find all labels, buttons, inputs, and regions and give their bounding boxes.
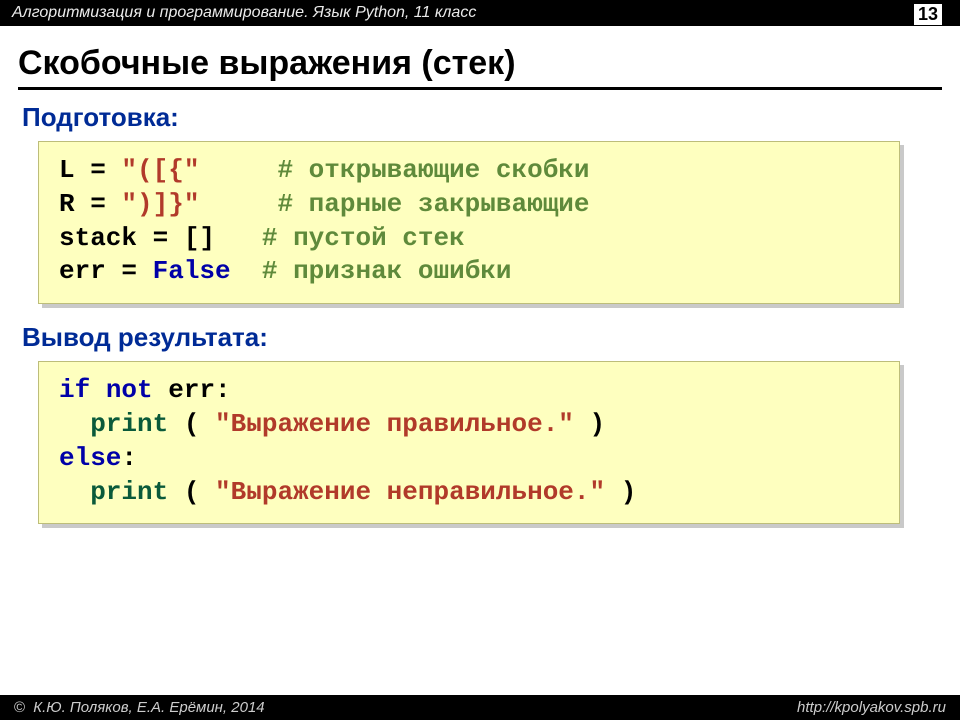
code-comment: # открывающие скобки bbox=[277, 155, 589, 185]
code-pad bbox=[231, 256, 262, 286]
code-keyword: not bbox=[90, 375, 152, 405]
course-title: Алгоритмизация и программирование. Язык … bbox=[12, 4, 476, 22]
code-token: R bbox=[59, 189, 75, 219]
code-keyword: if bbox=[59, 375, 90, 405]
code-pad bbox=[199, 155, 277, 185]
code-token: L bbox=[59, 155, 75, 185]
slide-title: Скобочные выражения (стек) bbox=[18, 44, 960, 83]
code-token: : bbox=[121, 443, 137, 473]
code-token: = bbox=[75, 189, 122, 219]
code-token: ) bbox=[605, 477, 636, 507]
code-token: = bbox=[106, 256, 153, 286]
code-indent bbox=[59, 409, 90, 439]
code-string: ")]}" bbox=[121, 189, 199, 219]
code-token: ( bbox=[168, 477, 215, 507]
code-pad bbox=[199, 189, 277, 219]
code-indent bbox=[59, 477, 90, 507]
code-keyword: False bbox=[153, 256, 231, 286]
code-string: "([{" bbox=[121, 155, 199, 185]
code-box-prep: L = "([{" # открывающие скобки R = ")]}"… bbox=[38, 141, 900, 304]
code-token: [] bbox=[184, 223, 215, 253]
copyright-text: К.Ю. Поляков, Е.А. Ерёмин, 2014 bbox=[29, 699, 265, 716]
title-rule bbox=[18, 87, 942, 90]
code-token: stack bbox=[59, 223, 137, 253]
code-pad bbox=[215, 223, 262, 253]
code-token: err bbox=[59, 256, 106, 286]
code-token: = bbox=[75, 155, 122, 185]
code-token: = bbox=[137, 223, 184, 253]
section-label-output: Вывод результата: bbox=[22, 322, 960, 353]
header-band: Алгоритмизация и программирование. Язык … bbox=[0, 0, 960, 26]
page-number: 13 bbox=[914, 4, 942, 25]
footer-band: © К.Ю. Поляков, Е.А. Ерёмин, 2014 http:/… bbox=[0, 695, 960, 720]
copyright-icon: © bbox=[14, 699, 25, 716]
code-comment: # признак ошибки bbox=[262, 256, 512, 286]
code-comment: # парные закрывающие bbox=[277, 189, 589, 219]
code-token: err: bbox=[153, 375, 231, 405]
code-box-output: if not err: print ( "Выражение правильно… bbox=[38, 361, 900, 524]
code-string: "Выражение правильное." bbox=[215, 409, 574, 439]
code-string: "Выражение неправильное." bbox=[215, 477, 605, 507]
code-token: ( bbox=[168, 409, 215, 439]
code-func: print bbox=[90, 409, 168, 439]
footer-copyright: © К.Ю. Поляков, Е.А. Ерёмин, 2014 bbox=[14, 699, 265, 716]
section-label-prep: Подготовка: bbox=[22, 102, 960, 133]
code-func: print bbox=[90, 477, 168, 507]
code-token: ) bbox=[574, 409, 605, 439]
code-keyword: else bbox=[59, 443, 121, 473]
footer-url: http://kpolyakov.spb.ru bbox=[797, 699, 946, 716]
code-comment: # пустой стек bbox=[262, 223, 465, 253]
